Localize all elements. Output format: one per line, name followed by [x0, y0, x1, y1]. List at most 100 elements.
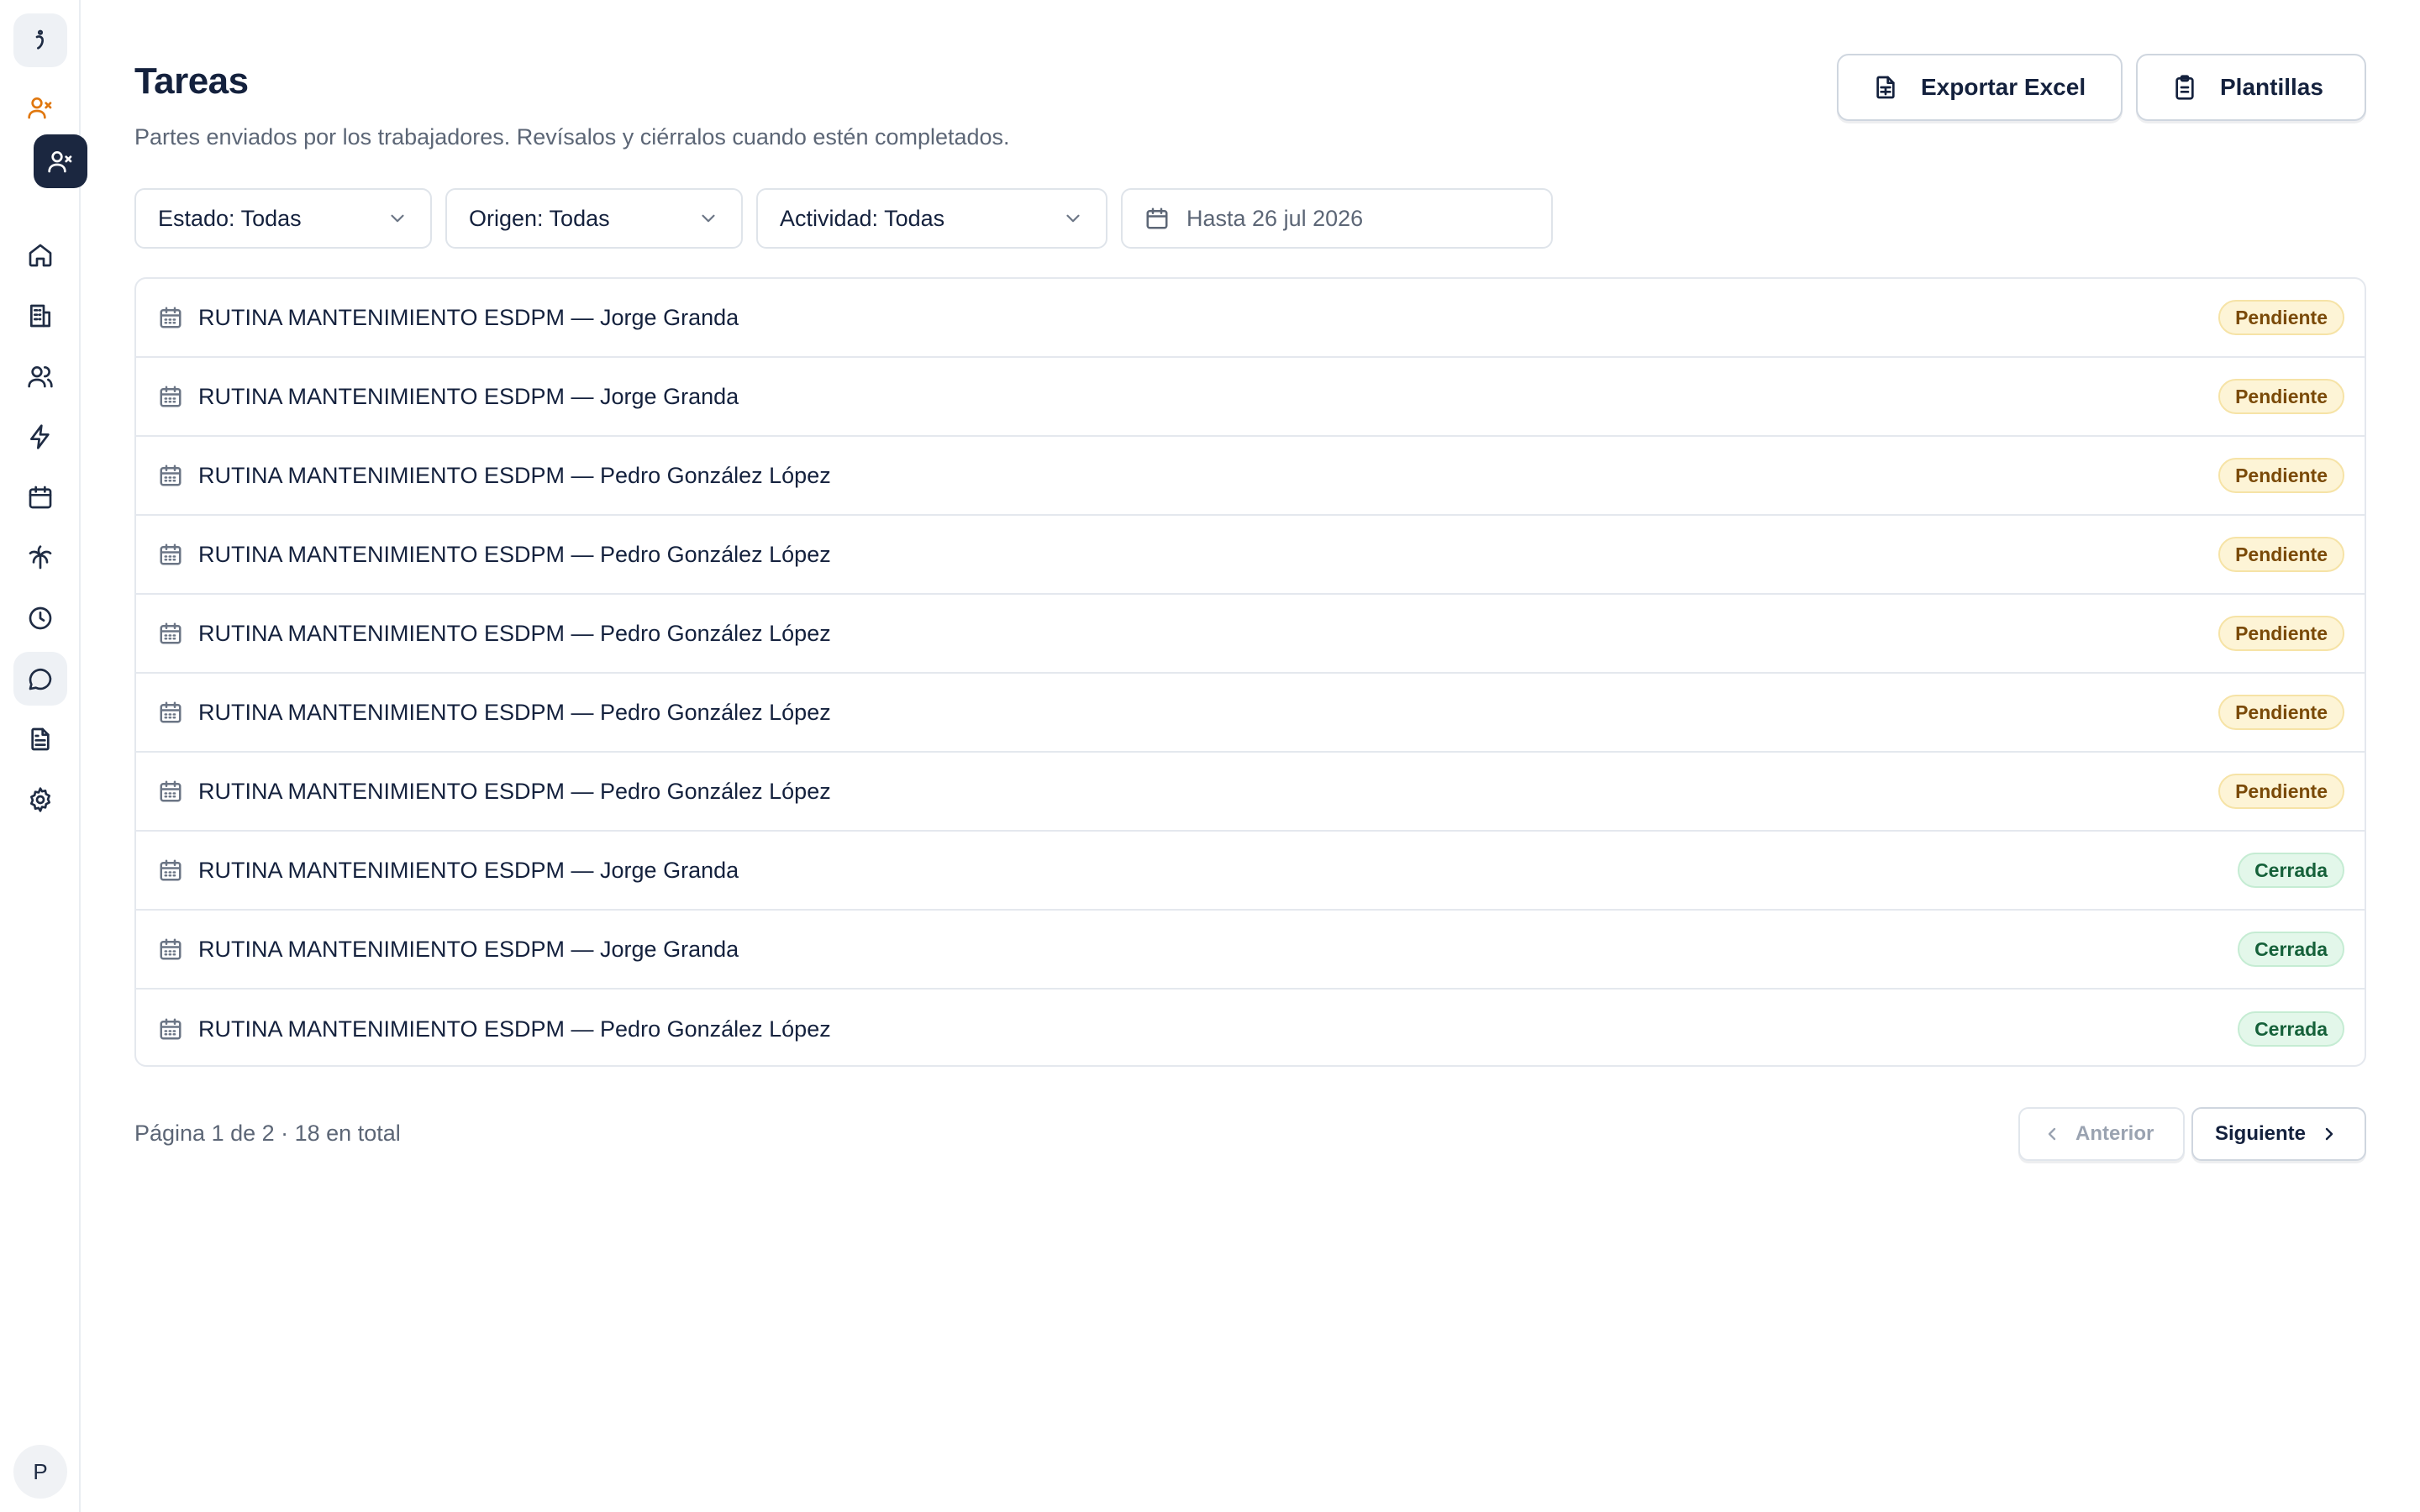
document-icon: [31, 727, 50, 751]
task-title: RUTINA MANTENIMIENTO ESDPM — Jorge Grand…: [198, 304, 739, 330]
app-logo-icon[interactable]: [13, 13, 67, 67]
status-badge: Pendiente: [2218, 695, 2344, 730]
task-list: RUTINA MANTENIMIENTO ESDPM — Jorge Grand…: [134, 277, 2366, 1067]
chevron-down-icon: [391, 214, 404, 223]
calendar-icon: [29, 486, 52, 509]
status-badge: Cerrada: [2238, 1011, 2344, 1047]
calendar-icon: [1146, 207, 1168, 229]
page-subtitle: Partes enviados por los trabajadores. Re…: [134, 124, 1010, 150]
date-filter-input[interactable]: Hasta 26 jul 2026: [1121, 188, 1553, 249]
next-page-button[interactable]: Siguiente: [2191, 1107, 2366, 1161]
previous-page-button[interactable]: Anterior: [2018, 1107, 2185, 1161]
task-row-content: RUTINA MANTENIMIENTO ESDPM — Pedro Gonzá…: [158, 779, 831, 805]
status-badge: Pendiente: [2218, 537, 2344, 572]
chevron-down-icon: [1066, 214, 1080, 223]
task-row[interactable]: RUTINA MANTENIMIENTO ESDPM — Pedro Gonzá…: [136, 437, 2365, 516]
status-badge: Pendiente: [2218, 458, 2344, 493]
status-badge: Pendiente: [2218, 616, 2344, 651]
chevron-right-icon: [2325, 1127, 2333, 1141]
sidebar-item-tasks[interactable]: [13, 652, 67, 706]
task-row[interactable]: RUTINA MANTENIMIENTO ESDPM — Pedro Gonzá…: [136, 753, 2365, 832]
next-page-label: Siguiente: [2215, 1122, 2307, 1145]
task-title: RUTINA MANTENIMIENTO ESDPM — Pedro Gonzá…: [198, 699, 831, 725]
task-title: RUTINA MANTENIMIENTO ESDPM — Pedro Gonzá…: [198, 1016, 831, 1042]
calendar-grid-icon: [160, 386, 182, 407]
sidebar-item-time[interactable]: [13, 591, 67, 645]
calendar-grid-icon: [160, 938, 182, 960]
pagination-summary: Página 1 de 2 · 18 en total: [134, 1121, 401, 1146]
sidebar: P: [0, 0, 87, 1512]
task-row-content: RUTINA MANTENIMIENTO ESDPM — Jorge Grand…: [158, 305, 739, 331]
task-row[interactable]: RUTINA MANTENIMIENTO ESDPM — Pedro Gonzá…: [136, 516, 2365, 595]
calendar-grid-icon: [160, 701, 182, 723]
task-row[interactable]: RUTINA MANTENIMIENTO ESDPM — Pedro Gonzá…: [136, 674, 2365, 753]
sidebar-item-calendar[interactable]: [13, 470, 67, 524]
estado-filter-select[interactable]: Estado: Todas: [134, 188, 432, 249]
task-row[interactable]: RUTINA MANTENIMIENTO ESDPM — Jorge Grand…: [136, 911, 2365, 990]
task-row[interactable]: RUTINA MANTENIMIENTO ESDPM — Jorge Grand…: [136, 279, 2365, 358]
user-x-alert-icon[interactable]: [13, 81, 67, 134]
date-filter-value: Hasta 26 jul 2026: [1186, 205, 1364, 231]
sidebar-item-settings[interactable]: [13, 773, 67, 827]
task-row-content: RUTINA MANTENIMIENTO ESDPM — Jorge Grand…: [158, 384, 739, 410]
sidebar-item-buildings[interactable]: [13, 289, 67, 343]
status-badge: Cerrada: [2238, 932, 2344, 967]
task-title: RUTINA MANTENIMIENTO ESDPM — Jorge Grand…: [198, 383, 739, 409]
sidebar-item-vacations[interactable]: [13, 531, 67, 585]
sidebar-item-home[interactable]: [13, 228, 67, 282]
bolt-icon: [30, 424, 50, 449]
sidebar-item-users[interactable]: [13, 349, 67, 403]
status-badge: Pendiente: [2218, 379, 2344, 414]
spreadsheet-icon: [1876, 76, 1895, 99]
origen-filter-select[interactable]: Origen: Todas: [445, 188, 743, 249]
actividad-filter-value: Actividad: Todas: [780, 205, 945, 231]
task-row[interactable]: RUTINA MANTENIMIENTO ESDPM — Pedro Gonzá…: [136, 990, 2365, 1065]
task-title: RUTINA MANTENIMIENTO ESDPM — Pedro Gonzá…: [198, 778, 831, 804]
page-title: Tareas: [134, 60, 249, 102]
calendar-grid-icon: [160, 465, 182, 486]
calendar-grid-icon: [160, 622, 182, 644]
task-row[interactable]: RUTINA MANTENIMIENTO ESDPM — Jorge Grand…: [136, 832, 2365, 911]
status-badge: Cerrada: [2238, 853, 2344, 888]
task-title: RUTINA MANTENIMIENTO ESDPM — Pedro Gonzá…: [198, 541, 831, 567]
task-title: RUTINA MANTENIMIENTO ESDPM — Pedro Gonzá…: [198, 462, 831, 488]
clipboard-icon: [2175, 75, 2194, 100]
task-row-content: RUTINA MANTENIMIENTO ESDPM — Jorge Grand…: [158, 858, 739, 884]
estado-filter-value: Estado: Todas: [158, 205, 302, 231]
calendar-grid-icon: [160, 780, 182, 802]
sidebar-item-activity[interactable]: [13, 410, 67, 464]
export-excel-button[interactable]: Exportar Excel: [1837, 54, 2123, 121]
previous-page-label: Anterior: [2075, 1122, 2154, 1145]
status-badge: Pendiente: [2218, 300, 2344, 335]
chevron-left-icon: [2048, 1127, 2056, 1141]
task-row-content: RUTINA MANTENIMIENTO ESDPM — Pedro Gonzá…: [158, 542, 831, 568]
users-icon: [28, 366, 53, 388]
task-row[interactable]: RUTINA MANTENIMIENTO ESDPM — Jorge Grand…: [136, 358, 2365, 437]
sidebar-item-documents[interactable]: [13, 712, 67, 766]
status-badge: Pendiente: [2218, 774, 2344, 809]
calendar-grid-icon: [160, 859, 182, 881]
task-title: RUTINA MANTENIMIENTO ESDPM — Jorge Grand…: [198, 936, 739, 962]
calendar-grid-icon: [160, 543, 182, 565]
task-row-content: RUTINA MANTENIMIENTO ESDPM — Pedro Gonzá…: [158, 1016, 831, 1042]
building-icon: [30, 304, 50, 328]
task-row-content: RUTINA MANTENIMIENTO ESDPM — Jorge Grand…: [158, 937, 739, 963]
templates-button[interactable]: Plantillas: [2136, 54, 2366, 121]
task-row[interactable]: RUTINA MANTENIMIENTO ESDPM — Pedro Gonzá…: [136, 595, 2365, 674]
calendar-grid-icon: [160, 307, 182, 328]
task-row-content: RUTINA MANTENIMIENTO ESDPM — Pedro Gonzá…: [158, 700, 831, 726]
calendar-grid-icon: [160, 1018, 182, 1040]
home-icon: [29, 244, 52, 267]
task-row-content: RUTINA MANTENIMIENTO ESDPM — Pedro Gonzá…: [158, 621, 831, 647]
actividad-filter-select[interactable]: Actividad: Todas: [756, 188, 1107, 249]
origen-filter-value: Origen: Todas: [469, 205, 610, 231]
sidebar-item-absences[interactable]: [34, 134, 87, 188]
user-avatar[interactable]: P: [13, 1445, 67, 1499]
templates-label: Plantillas: [2220, 74, 2323, 100]
avatar-initial: P: [33, 1458, 48, 1484]
gear-icon: [30, 787, 50, 812]
task-row-content: RUTINA MANTENIMIENTO ESDPM — Pedro Gonzá…: [158, 463, 831, 489]
chevron-down-icon: [702, 214, 715, 223]
palm-tree-icon: [29, 545, 52, 570]
task-title: RUTINA MANTENIMIENTO ESDPM — Pedro Gonzá…: [198, 620, 831, 646]
